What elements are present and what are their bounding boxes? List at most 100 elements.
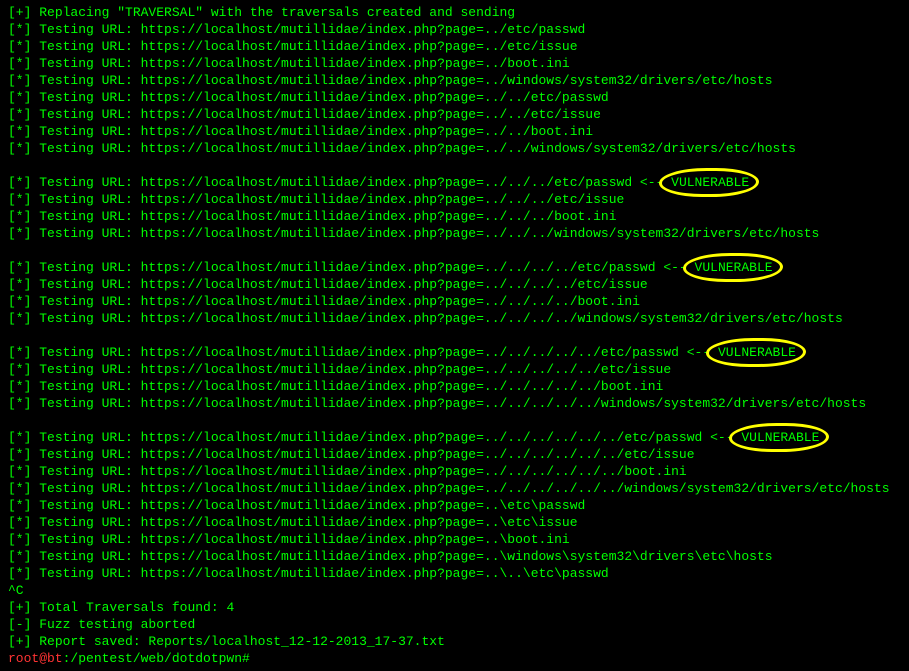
terminal-line: [*] Testing URL: https://localhost/mutil… <box>8 514 901 531</box>
line-prefix: [*] <box>8 362 39 377</box>
line-prefix: [*] <box>8 260 39 275</box>
line-text: Testing URL: https://localhost/mutillida… <box>39 56 570 71</box>
line-text: Testing URL: https://localhost/mutillida… <box>39 209 616 224</box>
line-text: Testing URL: https://localhost/mutillida… <box>39 396 866 411</box>
line-text: Report saved: Reports/localhost_12-12-20… <box>39 634 445 649</box>
line-text: Testing URL: https://localhost/mutillida… <box>39 277 648 292</box>
line-text: Testing URL: https://localhost/mutillida… <box>39 345 710 360</box>
line-text: Testing URL: https://localhost/mutillida… <box>39 192 624 207</box>
line-prefix: [*] <box>8 192 39 207</box>
line-text: Testing URL: https://localhost/mutillida… <box>39 294 640 309</box>
line-text: Testing URL: https://localhost/mutillida… <box>39 498 585 513</box>
terminal-line <box>8 242 901 259</box>
vulnerable-badge: VULNERABLE <box>695 259 773 276</box>
terminal-line: [*] Testing URL: https://localhost/mutil… <box>8 293 901 310</box>
line-text: Testing URL: https://localhost/mutillida… <box>39 549 772 564</box>
line-text: ^C <box>8 583 24 598</box>
terminal-line: [*] Testing URL: https://localhost/mutil… <box>8 310 901 327</box>
line-text <box>8 158 16 173</box>
line-text: Testing URL: https://localhost/mutillida… <box>39 260 687 275</box>
terminal-line: [*] Testing URL: https://localhost/mutil… <box>8 55 901 72</box>
terminal-line: [*] Testing URL: https://localhost/mutil… <box>8 480 901 497</box>
terminal-line: [*] Testing URL: https://localhost/mutil… <box>8 89 901 106</box>
terminal-line: [*] Testing URL: https://localhost/mutil… <box>8 276 901 293</box>
terminal-line: [*] Testing URL: https://localhost/mutil… <box>8 497 901 514</box>
shell-prompt[interactable]: root@bt:/pentest/web/dotdotpwn# <box>8 650 901 667</box>
line-text: Testing URL: https://localhost/mutillida… <box>39 447 694 462</box>
line-text: Testing URL: https://localhost/mutillida… <box>39 226 819 241</box>
prompt-path: :/pentest/web/dotdotpwn# <box>63 651 258 666</box>
terminal-line: [*] Testing URL: https://localhost/mutil… <box>8 378 901 395</box>
line-text: Testing URL: https://localhost/mutillida… <box>39 566 609 581</box>
line-prefix: [*] <box>8 209 39 224</box>
line-text: Testing URL: https://localhost/mutillida… <box>39 481 889 496</box>
line-prefix: [*] <box>8 396 39 411</box>
terminal-line: [*] Testing URL: https://localhost/mutil… <box>8 123 901 140</box>
line-text: Testing URL: https://localhost/mutillida… <box>39 311 843 326</box>
line-text: Testing URL: https://localhost/mutillida… <box>39 22 585 37</box>
line-prefix: [*] <box>8 73 39 88</box>
line-prefix: [*] <box>8 141 39 156</box>
prompt-user: root@bt <box>8 651 63 666</box>
line-prefix: [*] <box>8 345 39 360</box>
terminal-line: [*] Testing URL: https://localhost/mutil… <box>8 531 901 548</box>
line-prefix: [*] <box>8 294 39 309</box>
line-prefix: [-] <box>8 617 39 632</box>
terminal-line: [*] Testing URL: https://localhost/mutil… <box>8 565 901 582</box>
terminal-line: [*] Testing URL: https://localhost/mutil… <box>8 225 901 242</box>
terminal-output: [+] Replacing "TRAVERSAL" with the trave… <box>8 4 901 667</box>
terminal-line: [*] Testing URL: https://localhost/mutil… <box>8 208 901 225</box>
terminal-line: [*] Testing URL: https://localhost/mutil… <box>8 140 901 157</box>
terminal-line: [*] Testing URL: https://localhost/mutil… <box>8 429 901 446</box>
line-text: Total Traversals found: 4 <box>39 600 234 615</box>
line-prefix: [*] <box>8 90 39 105</box>
line-text: Testing URL: https://localhost/mutillida… <box>39 141 796 156</box>
line-prefix: [*] <box>8 447 39 462</box>
terminal-line <box>8 157 901 174</box>
terminal-line: [*] Testing URL: https://localhost/mutil… <box>8 21 901 38</box>
line-text: Testing URL: https://localhost/mutillida… <box>39 175 663 190</box>
line-prefix: [*] <box>8 481 39 496</box>
line-prefix: [*] <box>8 379 39 394</box>
line-prefix: [*] <box>8 277 39 292</box>
line-text: Testing URL: https://localhost/mutillida… <box>39 73 772 88</box>
terminal-line: ^C <box>8 582 901 599</box>
line-prefix: [*] <box>8 566 39 581</box>
terminal-line: [*] Testing URL: https://localhost/mutil… <box>8 191 901 208</box>
terminal-line <box>8 327 901 344</box>
terminal-line <box>8 412 901 429</box>
terminal-line: [*] Testing URL: https://localhost/mutil… <box>8 38 901 55</box>
terminal-line: [*] Testing URL: https://localhost/mutil… <box>8 446 901 463</box>
line-prefix: [*] <box>8 430 39 445</box>
line-text: Testing URL: https://localhost/mutillida… <box>39 379 663 394</box>
vulnerable-badge: VULNERABLE <box>671 174 749 191</box>
line-text: Testing URL: https://localhost/mutillida… <box>39 362 671 377</box>
line-text: Testing URL: https://localhost/mutillida… <box>39 90 609 105</box>
line-prefix: [*] <box>8 532 39 547</box>
vulnerable-badge: VULNERABLE <box>741 429 819 446</box>
terminal-line: [-] Fuzz testing aborted <box>8 616 901 633</box>
line-prefix: [*] <box>8 464 39 479</box>
terminal-line: [*] Testing URL: https://localhost/mutil… <box>8 361 901 378</box>
line-text: Testing URL: https://localhost/mutillida… <box>39 124 593 139</box>
line-prefix: [*] <box>8 56 39 71</box>
line-prefix: [*] <box>8 124 39 139</box>
terminal-line: [*] Testing URL: https://localhost/mutil… <box>8 463 901 480</box>
line-text <box>8 413 16 428</box>
line-text: Replacing "TRAVERSAL" with the traversal… <box>39 5 515 20</box>
line-prefix: [*] <box>8 311 39 326</box>
terminal-line: [*] Testing URL: https://localhost/mutil… <box>8 344 901 361</box>
line-text: Testing URL: https://localhost/mutillida… <box>39 39 577 54</box>
line-text <box>8 328 16 343</box>
line-prefix: [*] <box>8 498 39 513</box>
line-prefix: [+] <box>8 600 39 615</box>
terminal-line: [*] Testing URL: https://localhost/mutil… <box>8 72 901 89</box>
terminal-line: [+] Report saved: Reports/localhost_12-1… <box>8 633 901 650</box>
line-prefix: [*] <box>8 22 39 37</box>
terminal-line: [*] Testing URL: https://localhost/mutil… <box>8 259 901 276</box>
terminal-line: [*] Testing URL: https://localhost/mutil… <box>8 395 901 412</box>
line-text: Testing URL: https://localhost/mutillida… <box>39 430 733 445</box>
line-text: Testing URL: https://localhost/mutillida… <box>39 532 570 547</box>
terminal-line: [*] Testing URL: https://localhost/mutil… <box>8 106 901 123</box>
terminal-line: [*] Testing URL: https://localhost/mutil… <box>8 174 901 191</box>
